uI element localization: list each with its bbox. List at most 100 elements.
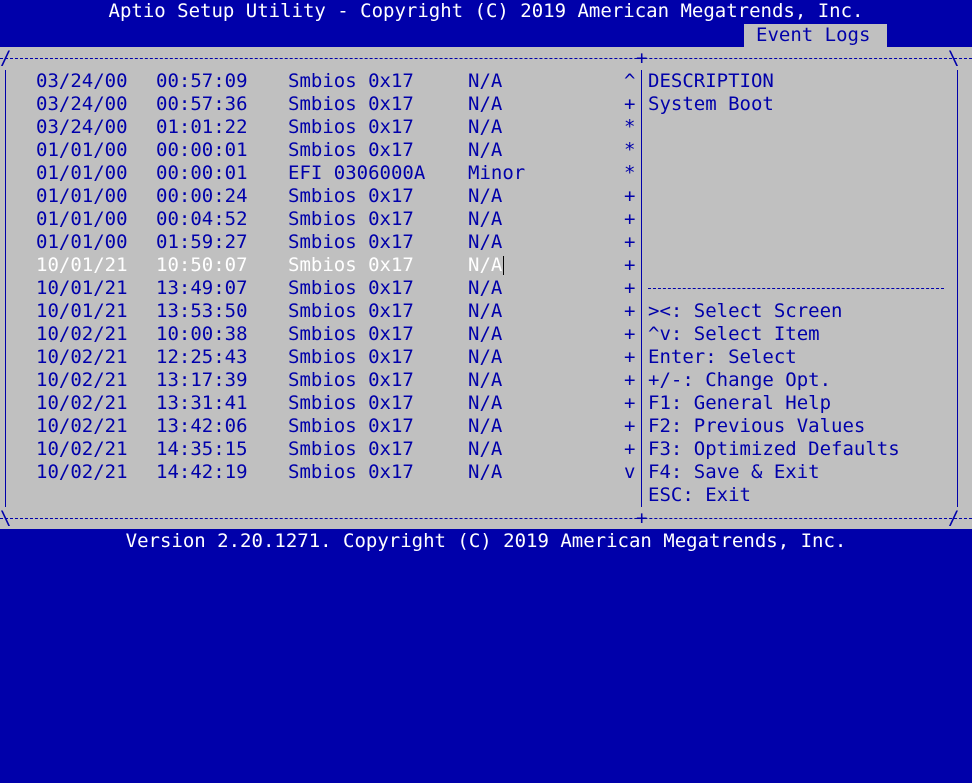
help-select-item: ^v: Select Item <box>648 323 820 345</box>
log-date: 01/01/00 <box>36 231 128 253</box>
log-type: Smbios 0x17 <box>288 300 414 322</box>
log-time: 13:31:41 <box>156 392 248 414</box>
log-type: Smbios 0x17 <box>288 461 414 483</box>
log-severity: N/A <box>468 461 503 483</box>
version-footer: Version 2.20.1271. Copyright (C) 2019 Am… <box>125 530 847 552</box>
log-time: 01:59:27 <box>156 231 248 253</box>
table-row[interactable]: 01/01/00 00:00:24 Smbios 0x17 N/A + <box>0 185 972 208</box>
scroll-mark: + <box>624 438 636 460</box>
log-severity: N/A <box>468 70 503 92</box>
table-row[interactable]: 03/24/00 01:01:22 Smbios 0x17 N/A * <box>0 116 972 139</box>
log-date: 10/01/21 <box>36 300 128 322</box>
table-row-selected[interactable]: 10/01/21 10:50:07 Smbios 0x17 N/A + <box>0 254 972 277</box>
log-date: 10/01/21 <box>36 277 128 299</box>
log-time: 00:00:01 <box>156 162 248 184</box>
table-row[interactable]: 01/01/00 00:04:52 Smbios 0x17 N/A + <box>0 208 972 231</box>
scroll-mark: + <box>624 208 636 230</box>
frame-bottom-border: \ + / <box>0 507 972 530</box>
log-date: 10/02/21 <box>36 323 128 345</box>
log-time: 14:35:15 <box>156 438 248 460</box>
log-date: 01/01/00 <box>36 139 128 161</box>
log-time: 00:00:24 <box>156 185 248 207</box>
scroll-mark: + <box>624 300 636 322</box>
description-text: System Boot <box>648 93 774 115</box>
log-time: 13:53:50 <box>156 300 248 322</box>
log-type: Smbios 0x17 <box>288 392 414 414</box>
log-date: 03/24/00 <box>36 93 128 115</box>
log-type: Smbios 0x17 <box>288 208 414 230</box>
help-previous-values: F2: Previous Values <box>648 415 866 437</box>
log-type: Smbios 0x17 <box>288 116 414 138</box>
table-row[interactable]: 01/01/00 00:00:01 EFI 0306000A Minor * <box>0 162 972 185</box>
log-type: Smbios 0x17 <box>288 70 414 92</box>
log-type: Smbios 0x17 <box>288 346 414 368</box>
table-row[interactable]: 10/02/21 14:42:19 Smbios 0x17 N/A v <box>0 461 972 484</box>
table-row[interactable]: 10/02/21 10:00:38 Smbios 0x17 N/A + <box>0 323 972 346</box>
log-time: 12:25:43 <box>156 346 248 368</box>
table-row[interactable]: 03/24/00 00:57:36 Smbios 0x17 N/A + <box>0 93 972 116</box>
log-type: Smbios 0x17 <box>288 231 414 253</box>
log-time: 10:50:07 <box>156 254 248 276</box>
scroll-mark: ^ <box>624 70 636 92</box>
scroll-mark: + <box>624 415 636 437</box>
help-save-exit: F4: Save & Exit <box>648 461 820 483</box>
log-date: 10/02/21 <box>36 438 128 460</box>
scroll-mark: + <box>624 277 636 299</box>
tab-event-logs[interactable]: Event Logs <box>744 24 887 47</box>
help-general-help: F1: General Help <box>648 392 832 414</box>
log-date: 03/24/00 <box>36 116 128 138</box>
table-row[interactable]: 01/01/00 00:00:01 Smbios 0x17 N/A * <box>0 139 972 162</box>
log-time: 13:42:06 <box>156 415 248 437</box>
scroll-mark: + <box>624 185 636 207</box>
log-type: Smbios 0x17 <box>288 185 414 207</box>
description-heading: DESCRIPTION <box>648 70 774 92</box>
log-severity: N/A <box>468 346 503 368</box>
log-date: 10/01/21 <box>36 254 128 276</box>
log-date: 03/24/00 <box>36 70 128 92</box>
scroll-mark: v <box>624 461 636 483</box>
log-severity: N/A <box>468 254 503 276</box>
help-esc-exit: ESC: Exit <box>648 484 751 506</box>
log-severity: N/A <box>468 438 503 460</box>
log-time: 00:04:52 <box>156 208 248 230</box>
log-date: 10/02/21 <box>36 392 128 414</box>
log-type: Smbios 0x17 <box>288 415 414 437</box>
log-time: 00:57:36 <box>156 93 248 115</box>
log-date: 01/01/00 <box>36 162 128 184</box>
table-row[interactable]: 01/01/00 01:59:27 Smbios 0x17 N/A + <box>0 231 972 254</box>
log-date: 01/01/00 <box>36 185 128 207</box>
log-date: 10/02/21 <box>36 415 128 437</box>
help-enter-select: Enter: Select <box>648 346 797 368</box>
table-row[interactable]: 03/24/00 00:57:09 Smbios 0x17 N/A ^ <box>0 70 972 93</box>
main-panel: / + \ \ + / 03/24/00 00:57:09 Smbios 0x17 N… <box>0 47 972 529</box>
log-time: 00:57:09 <box>156 70 248 92</box>
log-type: EFI 0306000A <box>288 162 426 184</box>
log-severity: N/A <box>468 208 503 230</box>
scroll-mark: + <box>624 392 636 414</box>
log-time: 10:00:38 <box>156 323 248 345</box>
help-optimized-defaults: F3: Optimized Defaults <box>648 438 900 460</box>
scroll-mark: + <box>624 323 636 345</box>
log-severity: N/A <box>468 93 503 115</box>
log-type: Smbios 0x17 <box>288 369 414 391</box>
scroll-mark: * <box>624 139 636 161</box>
frame-top-border: / + \ <box>0 47 972 70</box>
log-severity: N/A <box>468 116 503 138</box>
log-type: Smbios 0x17 <box>288 254 414 276</box>
scroll-mark: * <box>624 116 636 138</box>
log-date: 10/02/21 <box>36 369 128 391</box>
log-type: Smbios 0x17 <box>288 139 414 161</box>
log-severity: N/A <box>468 139 503 161</box>
log-time: 00:00:01 <box>156 139 248 161</box>
scroll-mark: + <box>624 254 636 276</box>
log-type: Smbios 0x17 <box>288 93 414 115</box>
log-severity: N/A <box>468 392 503 414</box>
scroll-mark: * <box>624 162 636 184</box>
log-severity: N/A <box>468 185 503 207</box>
table-row[interactable]: 10/02/21 12:25:43 Smbios 0x17 N/A + <box>0 346 972 369</box>
scroll-mark: + <box>624 369 636 391</box>
log-time: 14:42:19 <box>156 461 248 483</box>
log-time: 13:17:39 <box>156 369 248 391</box>
log-severity: N/A <box>468 369 503 391</box>
tab-label: Event Logs <box>756 24 871 46</box>
